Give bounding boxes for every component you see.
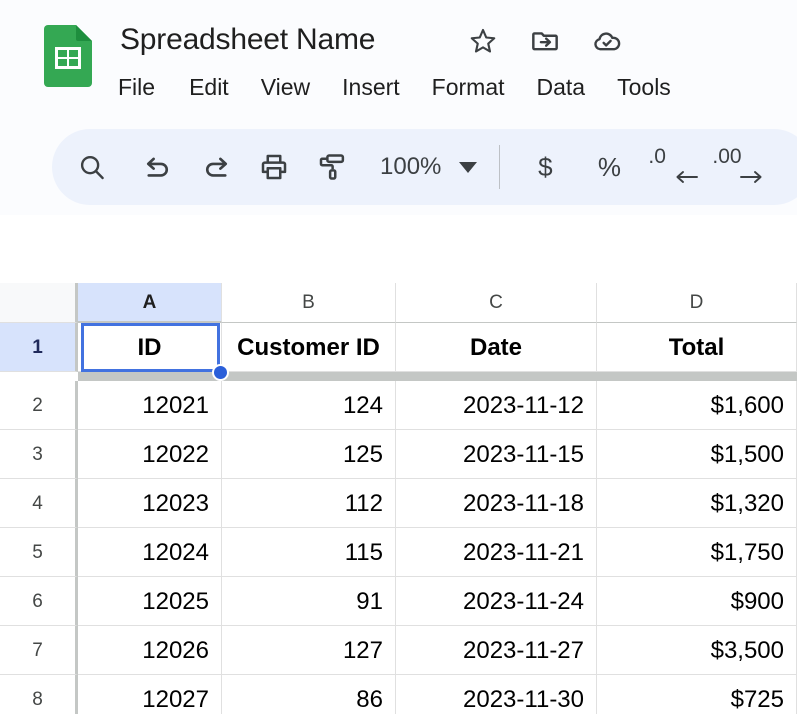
document-title[interactable]: Spreadsheet Name [120,20,375,60]
menu-bar: File Edit View Insert Format Data Tools [118,70,687,104]
zoom-selector[interactable]: 100% [380,152,478,182]
cell-c1[interactable]: Date [396,323,597,372]
star-icon[interactable] [466,24,500,58]
zoom-level-label: 100% [380,153,442,180]
cell-d2[interactable]: $1,600 [597,381,797,430]
print-icon[interactable] [252,145,296,189]
cell-b7[interactable]: 127 [222,626,396,675]
toolbar-divider [499,145,501,189]
cell-c3[interactable]: 2023-11-15 [396,430,597,479]
decrease-decimal-button[interactable]: .0 [648,144,702,190]
cell-d5[interactable]: $1,750 [597,528,797,577]
format-currency-button[interactable]: $ [522,152,568,182]
cell-c4[interactable]: 2023-11-18 [396,479,597,528]
cell-d8[interactable]: $725 [597,675,797,714]
column-header-c[interactable]: C [396,283,597,323]
cell-b8[interactable]: 86 [222,675,396,714]
cell-c7[interactable]: 2023-11-27 [396,626,597,675]
row-header-5[interactable]: 5 [0,528,78,577]
cell-d4[interactable]: $1,320 [597,479,797,528]
row-header-1[interactable]: 1 [0,323,78,372]
format-percent-button[interactable]: % [586,152,632,182]
menu-item-view[interactable]: View [245,70,326,104]
cloud-saved-icon[interactable] [590,24,624,58]
menu-item-tools[interactable]: Tools [601,70,687,104]
cell-d6[interactable]: $900 [597,577,797,626]
column-header-b[interactable]: B [222,283,396,323]
cell-b5[interactable]: 115 [222,528,396,577]
row-header-8[interactable]: 8 [0,675,78,714]
cell-a4[interactable]: 12023 [78,479,222,528]
fill-handle[interactable] [212,364,229,381]
decrease-decimal-label: .0 [648,145,666,168]
undo-icon[interactable] [136,145,180,189]
title-action-icons [466,24,624,58]
cell-a7[interactable]: 12026 [78,626,222,675]
column-header-a[interactable]: A [78,283,222,323]
row-header-7[interactable]: 7 [0,626,78,675]
cell-b1[interactable]: Customer ID [222,323,396,372]
row-header-3[interactable]: 3 [0,430,78,479]
row-header-6[interactable]: 6 [0,577,78,626]
increase-decimal-button[interactable]: .00 [712,144,766,190]
toolbar: 100% $ % .0 .00 [52,129,797,205]
menu-item-edit[interactable]: Edit [173,70,245,104]
column-header-d[interactable]: D [597,283,797,323]
cell-a3[interactable]: 12022 [78,430,222,479]
cell-a8[interactable]: 12027 [78,675,222,714]
spreadsheet-grid: A B C D 1 ID Customer ID Date Total 2 12… [0,283,797,714]
cell-a6[interactable]: 12025 [78,577,222,626]
cell-b3[interactable]: 125 [222,430,396,479]
menu-item-file[interactable]: File [118,70,173,104]
formula-bar-row: A1 fx ID [0,215,797,493]
row-header-2[interactable]: 2 [0,381,78,430]
cell-d3[interactable]: $1,500 [597,430,797,479]
cell-c8[interactable]: 2023-11-30 [396,675,597,714]
arrow-left-icon [674,167,700,190]
title-bar: Spreadsheet Name File Edit View Insert F… [0,0,797,118]
search-icon[interactable] [70,145,114,189]
cell-b2[interactable]: 124 [222,381,396,430]
google-sheets-logo [42,23,94,89]
chevron-down-icon [459,161,478,173]
spreadsheet-app: Spreadsheet Name File Edit View Insert F… [0,0,797,714]
cell-c6[interactable]: 2023-11-24 [396,577,597,626]
menu-item-data[interactable]: Data [521,70,602,104]
cell-c2[interactable]: 2023-11-12 [396,381,597,430]
paint-format-icon[interactable] [310,145,354,189]
increase-decimal-label: .00 [712,145,742,168]
cell-d7[interactable]: $3,500 [597,626,797,675]
frozen-row-divider[interactable] [78,372,797,381]
cell-c5[interactable]: 2023-11-21 [396,528,597,577]
cell-b6[interactable]: 91 [222,577,396,626]
move-to-folder-icon[interactable] [528,24,562,58]
cell-b4[interactable]: 112 [222,479,396,528]
cell-a2[interactable]: 12021 [78,381,222,430]
redo-icon[interactable] [194,145,238,189]
arrow-right-icon [738,167,764,190]
row-header-4[interactable]: 4 [0,479,78,528]
cell-a1[interactable]: ID [78,323,222,372]
cell-a5[interactable]: 12024 [78,528,222,577]
menu-item-format[interactable]: Format [416,70,521,104]
cell-d1[interactable]: Total [597,323,797,372]
menu-item-insert[interactable]: Insert [326,70,416,104]
column-header-row: A B C D [0,283,797,323]
select-all-corner[interactable] [0,283,78,323]
